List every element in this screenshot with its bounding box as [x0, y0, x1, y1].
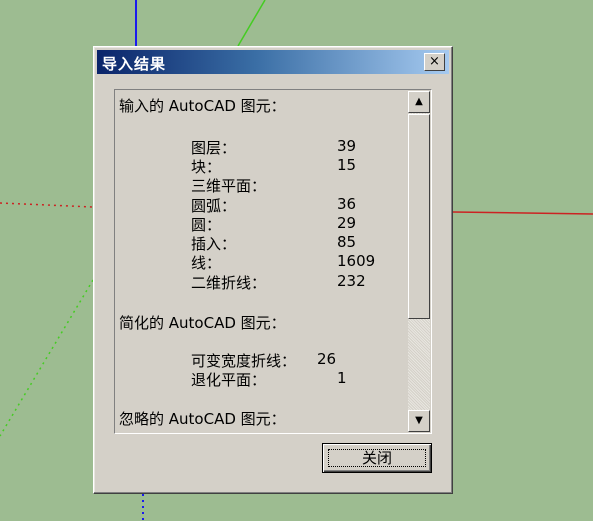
list-item: 可变宽度折线： 26 — [191, 350, 336, 371]
list-item: 线： 1609 — [191, 252, 375, 273]
item-value: 85 — [337, 233, 357, 251]
results-listbox[interactable]: 输入的 AutoCAD 图元： 图层： 39 块： 15 三维平面： 圆弧： 3… — [114, 89, 432, 434]
list-item: 圆弧： 36 — [191, 195, 356, 216]
item-label: 圆弧： — [191, 197, 237, 215]
list-item: 退化平面： 1 — [191, 369, 347, 390]
close-icon[interactable]: × — [424, 53, 445, 71]
item-label: 插入： — [191, 235, 237, 253]
item-value: 1 — [337, 369, 347, 387]
item-value: 36 — [337, 195, 357, 213]
item-label: 退化平面： — [191, 371, 267, 389]
item-label: 线： — [191, 254, 222, 272]
list-item: 圆： 29 — [191, 214, 356, 235]
list-item: 图层： 39 — [191, 137, 356, 158]
list-item: 块： 15 — [191, 156, 356, 177]
item-label: 图层： — [191, 139, 237, 157]
item-value: 1609 — [337, 252, 376, 270]
item-label: 圆： — [191, 216, 222, 234]
item-value: 29 — [337, 214, 357, 232]
dialog-titlebar[interactable]: 导入结果 × — [97, 50, 449, 74]
item-label: 二维折线： — [191, 274, 267, 292]
item-value: 232 — [337, 272, 366, 290]
item-value: 39 — [337, 137, 357, 155]
green-axis-dotted-line — [0, 279, 94, 437]
section-header-simplified: 简化的 AutoCAD 图元： — [119, 314, 286, 332]
red-axis-dotted-line — [0, 202, 94, 208]
item-label: 三维平面： — [191, 177, 267, 195]
section-header-ignored: 忽略的 AutoCAD 图元： — [119, 410, 286, 428]
results-content: 输入的 AutoCAD 图元： 图层： 39 块： 15 三维平面： 圆弧： 3… — [117, 92, 405, 431]
green-axis-line — [237, 0, 266, 47]
section-header-input: 输入的 AutoCAD 图元： — [119, 97, 286, 115]
scrollbar-thumb[interactable] — [408, 114, 430, 319]
import-results-dialog: 导入结果 × 输入的 AutoCAD 图元： 图层： 39 块： 15 三维平面… — [93, 46, 453, 494]
close-button[interactable]: 关闭 — [322, 443, 432, 473]
scroll-up-icon[interactable]: ▲ — [408, 91, 430, 113]
item-label: 可变宽度折线： — [191, 352, 297, 370]
scroll-down-icon[interactable]: ▼ — [408, 410, 430, 432]
list-item: 插入： 85 — [191, 233, 356, 254]
item-label: 块： — [191, 158, 222, 176]
vertical-scrollbar[interactable]: ▲ ▼ — [408, 91, 430, 432]
list-item: 二维折线： 232 — [191, 272, 366, 293]
dialog-title: 导入结果 — [102, 55, 167, 73]
focus-rectangle — [328, 449, 426, 467]
item-value: 26 — [317, 350, 337, 368]
red-axis-line — [452, 211, 593, 215]
list-item: 三维平面： — [191, 175, 266, 196]
item-value: 15 — [337, 156, 357, 174]
